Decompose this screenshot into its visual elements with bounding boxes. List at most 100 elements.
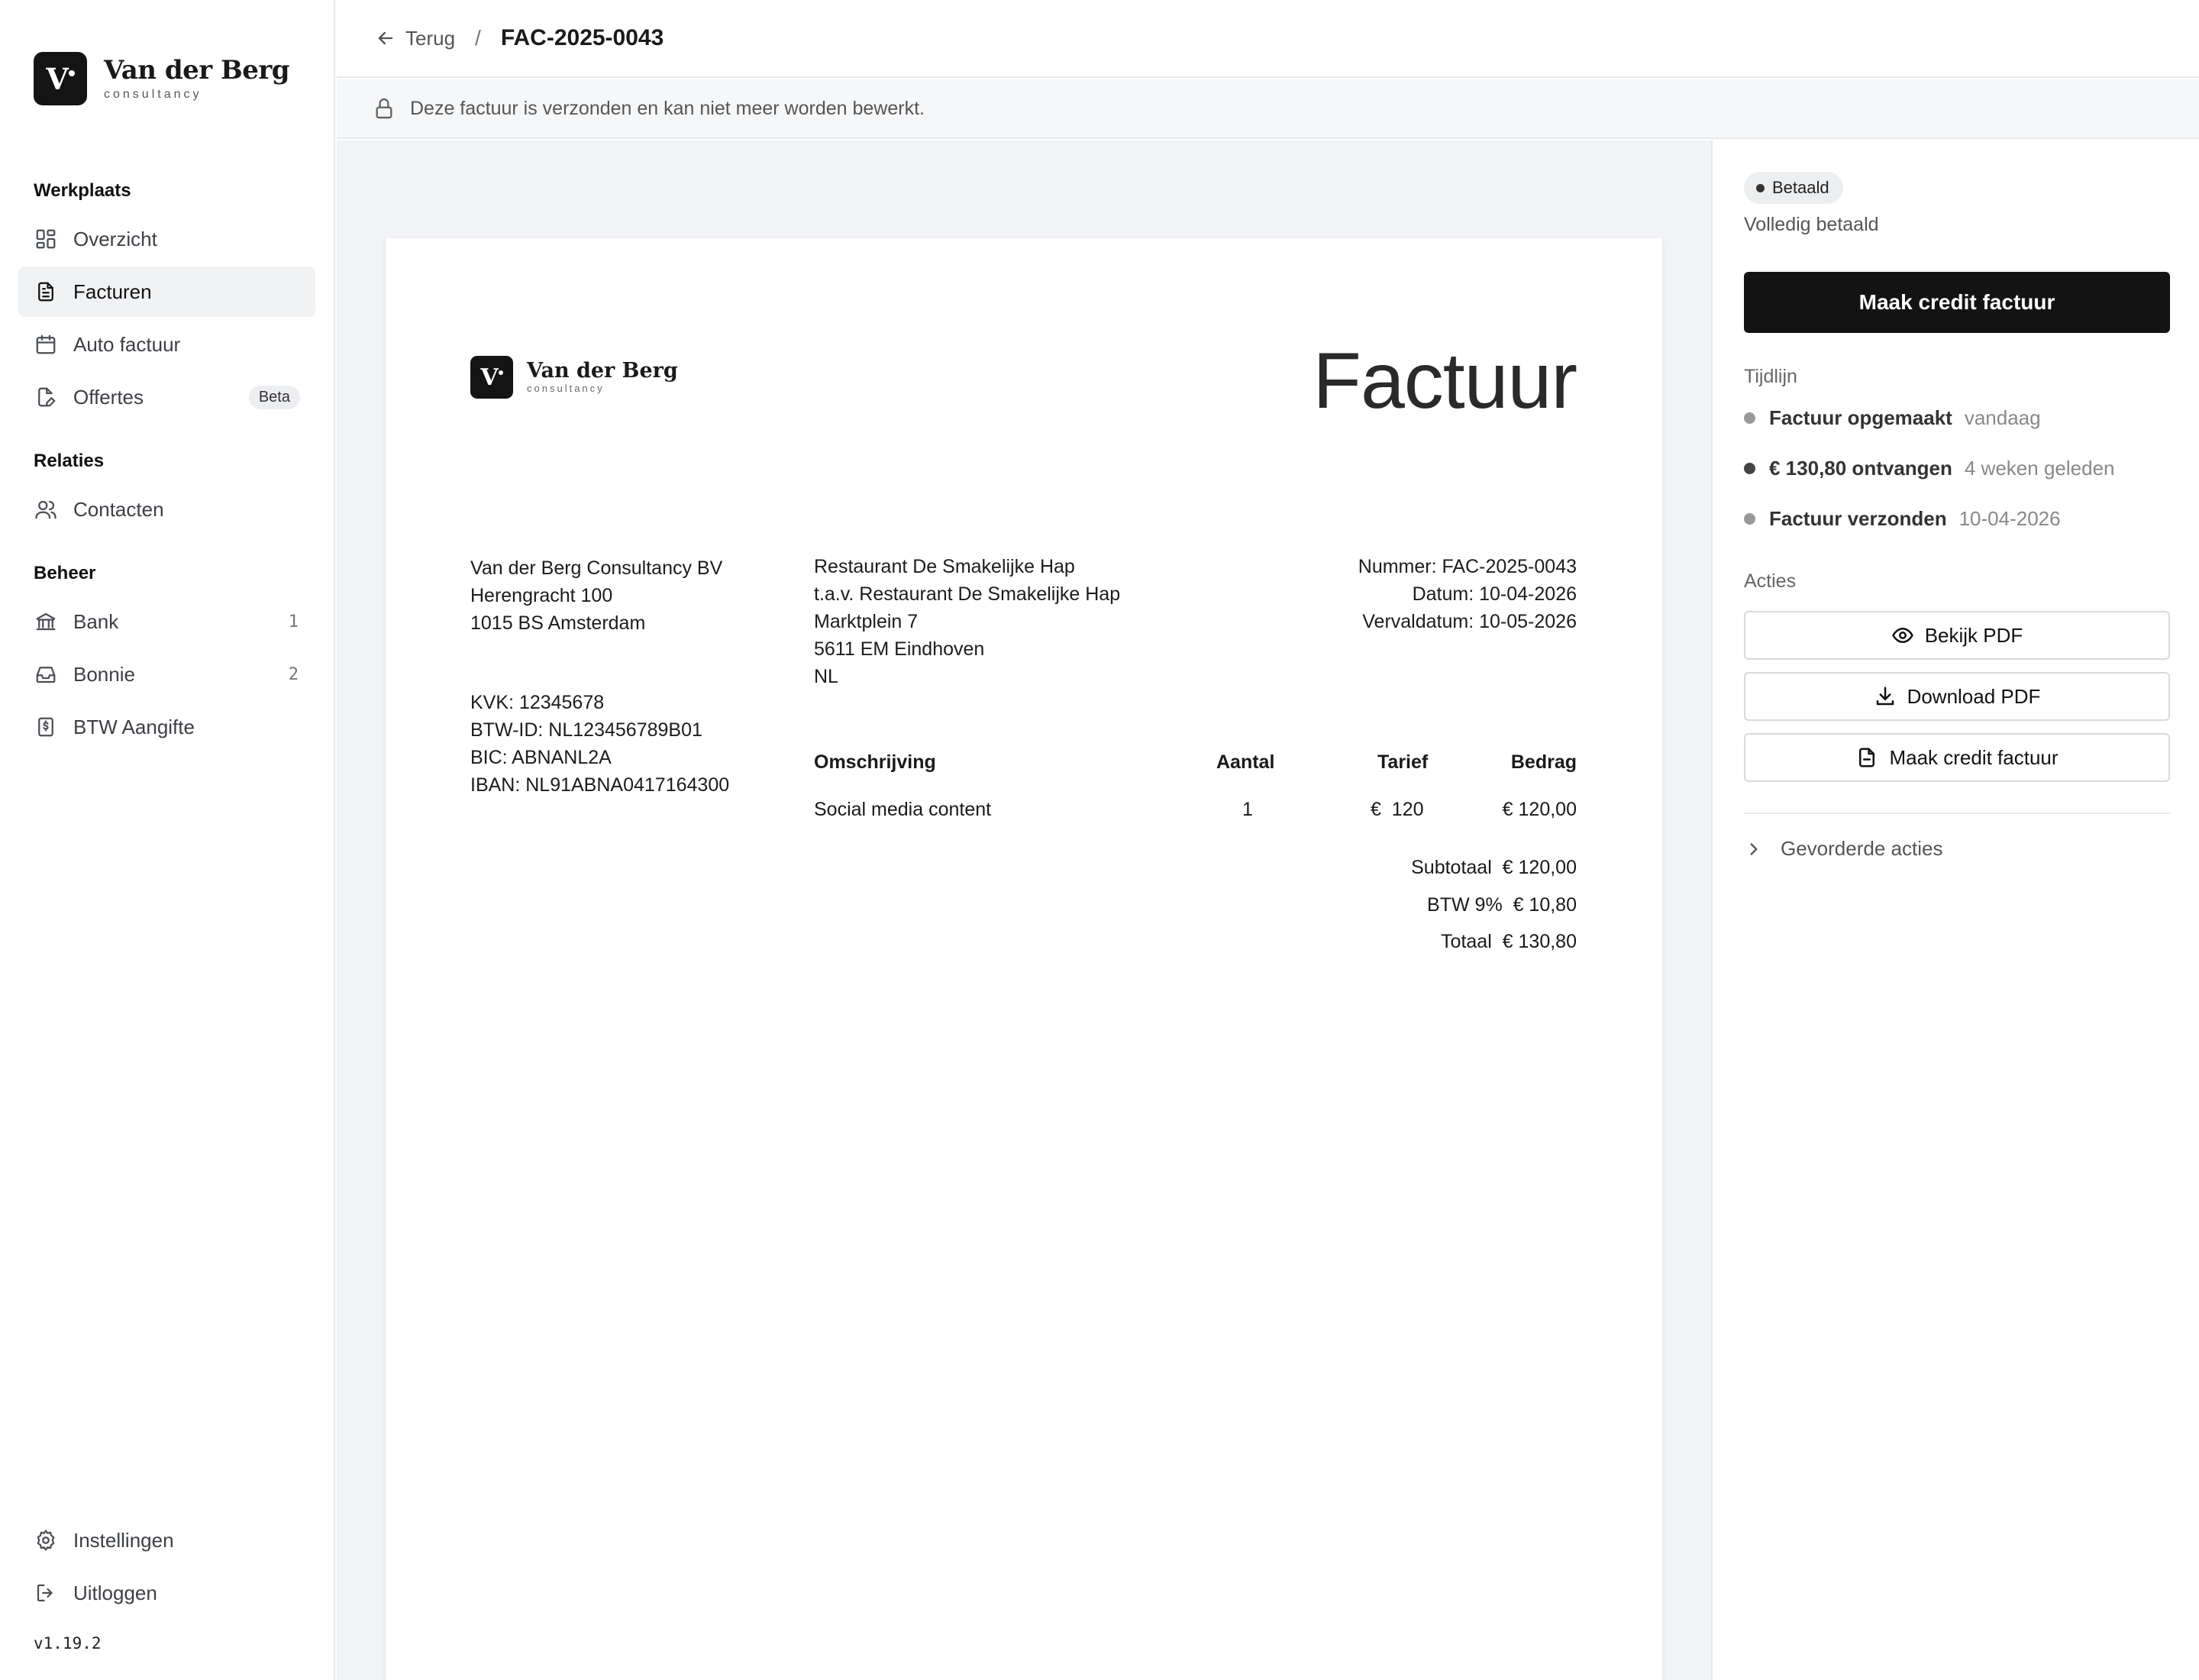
invoice-title: Factuur [1313, 337, 1577, 425]
advanced-actions-toggle[interactable]: Gevorderde acties [1744, 837, 1942, 861]
document-icon [1859, 748, 1875, 767]
brand-logo[interactable]: V Van der Berg consultancy [34, 52, 290, 105]
sidebar-item-contacten[interactable]: Contacten [18, 484, 315, 535]
back-label: Terug [405, 26, 456, 50]
timeline-time: vandaag [1964, 406, 2041, 429]
sender-id-line: IBAN: NL91ABNA0417164300 [470, 774, 730, 796]
subtotal-label: Subtotaal [1411, 857, 1492, 878]
download-icon [1876, 687, 1894, 706]
sidebar-item-label: Instellingen [73, 1528, 174, 1552]
sender-id-line: KVK: 12345678 [470, 692, 605, 713]
sidebar-item-label: Contacten [73, 497, 164, 521]
sidebar-item-bonnie[interactable]: Bonnie 2 [18, 649, 315, 699]
row-description: Social media content [814, 799, 992, 820]
section-title-werkplaats: Werkplaats [34, 180, 131, 201]
notice-text: Deze factuur is verzonden en kan niet me… [410, 97, 925, 119]
sidebar: V Van der Berg consultancy Werkplaats Ov… [0, 0, 335, 1680]
sender-line: Herengracht 100 [470, 585, 613, 606]
recipient-address: Restaurant De Smakelijke Hap t.a.v. Rest… [814, 553, 1120, 690]
subtotal-value: € 120,00 [1502, 857, 1577, 878]
grid-icon [34, 227, 58, 251]
timeline-event: Factuur opgemaakt [1769, 406, 1952, 429]
section-title-relaties: Relaties [34, 451, 105, 471]
page-title: FAC-2025-0043 [500, 25, 664, 50]
sender-id-line: BTW-ID: NL123456789B01 [470, 719, 702, 741]
recipient-line: NL [814, 666, 838, 687]
sidebar-item-label: Bonnie [73, 662, 135, 686]
invoice-preview-area[interactable]: V Van der Berg consultancy Factuur Van d… [337, 141, 1711, 1680]
arrow-left-icon [378, 31, 393, 45]
col-header-amount: Bedrag [1510, 751, 1577, 773]
bonnie-count: 2 [288, 664, 299, 684]
document-icon [34, 279, 58, 304]
view-pdf-label: Bekijk PDF [1924, 623, 2023, 647]
timeline-item: Factuur opgemaakt vandaag [1744, 406, 2041, 430]
sender-id-line: BIC: ABNANL2A [470, 747, 612, 768]
invoice-date: Datum: 10-04-2026 [1412, 583, 1577, 605]
status-description: Volledig betaald [1744, 214, 1879, 235]
bank-icon [34, 609, 58, 634]
back-link[interactable]: Terug [375, 27, 455, 50]
brand-name: Van der Berg [104, 55, 290, 86]
invoice-meta: Nummer: FAC-2025-0043 Datum: 10-04-2026 … [1358, 553, 1577, 635]
sidebar-item-facturen[interactable]: Facturen [18, 267, 315, 317]
sidebar-item-label: Bank [73, 609, 119, 633]
timeline-event: € 130,80 ontvangen [1769, 457, 1952, 480]
sidebar-item-label: Auto factuur [73, 332, 181, 356]
vat-value: € 10,80 [1513, 894, 1577, 916]
invoice-due-date: Vervaldatum: 10-05-2026 [1362, 611, 1577, 632]
section-title-beheer: Beheer [34, 563, 96, 583]
create-credit-invoice-button[interactable]: Maak credit factuur [1744, 272, 2170, 333]
users-icon [34, 497, 58, 522]
status-badge: Betaald [1744, 172, 1843, 204]
timeline-item: Factuur verzonden 10-04-2026 [1744, 507, 2061, 531]
view-pdf-button[interactable]: Bekijk PDF [1744, 611, 2170, 660]
sidebar-item-instellingen[interactable]: Instellingen [18, 1515, 315, 1565]
sidebar-item-label: Overzicht [73, 227, 157, 250]
lock-icon [376, 98, 392, 119]
beta-badge: Beta [248, 385, 300, 409]
sidebar-item-offertes[interactable]: Offertes Beta [18, 372, 315, 422]
timeline-event: Factuur verzonden [1769, 507, 1947, 530]
sidebar-item-label: Uitloggen [73, 1581, 157, 1604]
inbox-icon [34, 662, 58, 687]
sidebar-item-overzicht[interactable]: Overzicht [18, 214, 315, 264]
credit-invoice-button[interactable]: Maak credit factuur [1744, 733, 2170, 782]
timeline-time: 10-04-2026 [1958, 507, 2061, 530]
invoice-number: Nummer: FAC-2025-0043 [1358, 556, 1577, 577]
recipient-line: Marktplein 7 [814, 611, 919, 632]
actions-label: Acties [1744, 570, 1797, 592]
tax-receipt-icon [34, 715, 58, 739]
credit-invoice-label: Maak credit factuur [1889, 745, 2059, 769]
total-label: Totaal [1441, 931, 1492, 952]
breadcrumb-separator: / [475, 26, 481, 50]
chevron-right-icon [1750, 842, 1758, 855]
sidebar-item-bank[interactable]: Bank 1 [18, 596, 315, 647]
sender-line: Van der Berg Consultancy BV [470, 557, 723, 579]
calendar-icon [34, 332, 58, 357]
timeline-item: € 130,80 ontvangen 4 weken geleden [1744, 457, 2115, 480]
col-header-rate: Tarief [1377, 751, 1429, 773]
subtotal-line: Subtotaal € 120,00 [1411, 857, 1577, 879]
vat-line: BTW 9% € 10,80 [1427, 894, 1577, 916]
advanced-actions-label: Gevorderde acties [1781, 837, 1943, 860]
brand-subtitle: consultancy [104, 88, 202, 101]
sidebar-item-btw-aangifte[interactable]: BTW Aangifte [18, 702, 315, 752]
version-label: v1.19.2 [34, 1634, 102, 1653]
sender-line: 1015 BS Amsterdam [470, 612, 646, 634]
timeline-label: Tijdlijn [1744, 366, 1797, 387]
status-label: Betaald [1772, 178, 1829, 197]
col-header-description: Omschrijving [814, 751, 936, 773]
timeline-dot-icon [1744, 463, 1755, 474]
recipient-line: t.a.v. Restaurant De Smakelijke Hap [814, 583, 1121, 605]
row-amount: € 120,00 [1502, 799, 1577, 820]
bank-count: 1 [288, 612, 299, 632]
sender-address: Van der Berg Consultancy BV Herengracht … [470, 554, 722, 637]
sidebar-item-auto-factuur[interactable]: Auto factuur [18, 319, 315, 370]
download-pdf-button[interactable]: Download PDF [1744, 672, 2170, 721]
recipient-line: 5611 EM Eindhoven [814, 638, 985, 660]
sidebar-item-uitloggen[interactable]: Uitloggen [18, 1568, 315, 1618]
recipient-line: Restaurant De Smakelijke Hap [814, 556, 1075, 577]
timeline-dot-icon [1744, 513, 1755, 525]
status-dot-icon [1756, 183, 1765, 192]
